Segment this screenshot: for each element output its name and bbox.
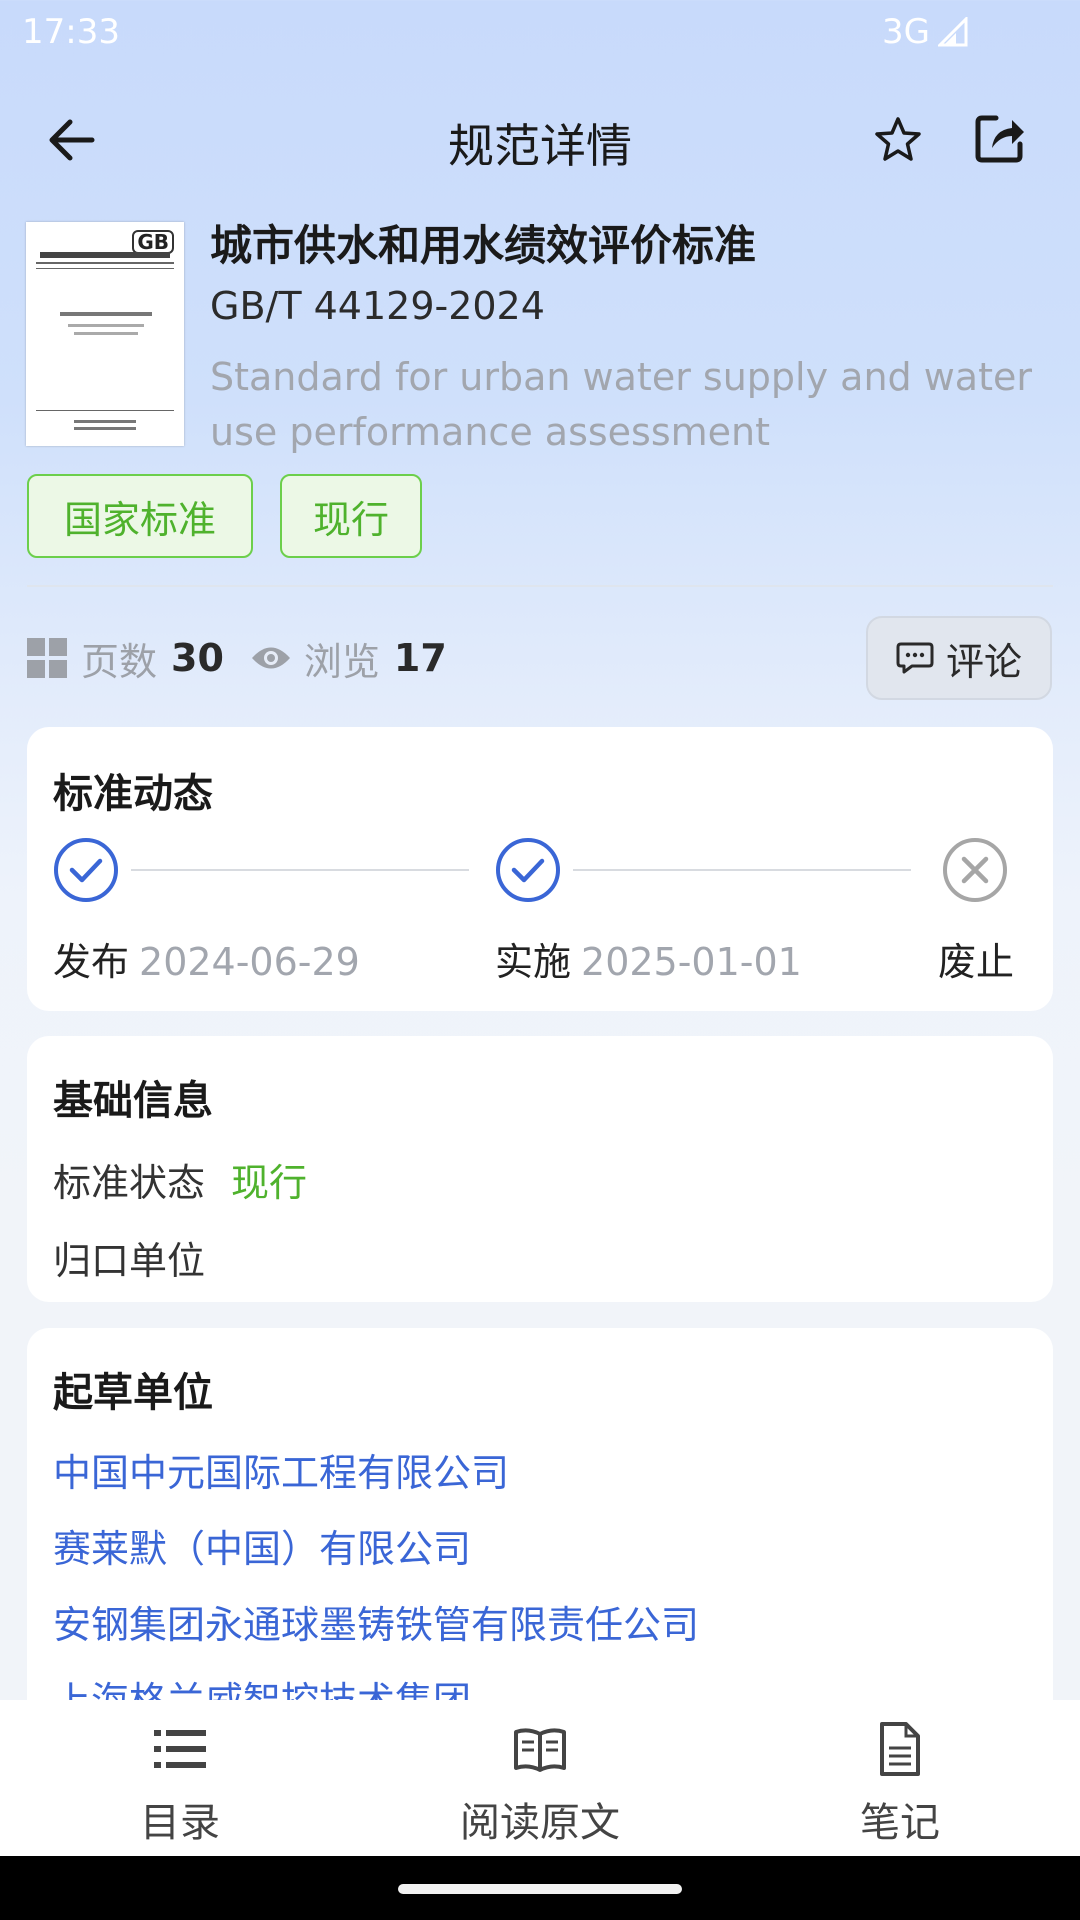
list-icon bbox=[154, 1730, 206, 1768]
comment-label: 评论 bbox=[945, 639, 1022, 684]
eye-icon bbox=[251, 647, 290, 669]
drafter-link[interactable]: 中国中元国际工程有限公司 bbox=[53, 1442, 509, 1497]
standard-english-title: Standard for urban water supply and wate… bbox=[210, 355, 1032, 454]
standard-title: 城市供水和用水绩效评价标准 bbox=[210, 221, 757, 270]
network-type: 3G bbox=[882, 12, 930, 52]
bottom-nav: 目录 阅读原文 笔记 bbox=[0, 1700, 1080, 1856]
cover-heading-icon bbox=[40, 252, 170, 258]
cover-text-icon bbox=[60, 312, 152, 335]
comment-button[interactable]: 评论 bbox=[866, 616, 1052, 700]
drafter-link[interactable]: 赛莱默（中国）有限公司 bbox=[53, 1518, 471, 1573]
basic-info-title: 基础信息 bbox=[53, 1078, 213, 1124]
status-time: 17:33 bbox=[22, 12, 120, 52]
timeline-step-abolish: 废止 bbox=[938, 931, 1014, 986]
nav-label: 目录 bbox=[140, 1800, 220, 1846]
star-icon bbox=[875, 117, 921, 161]
drafter-link[interactable]: 安钢集团永通球墨铸铁管有限责任公司 bbox=[53, 1594, 699, 1649]
system-nav-bar bbox=[0, 1856, 1080, 1920]
share-button[interactable] bbox=[966, 104, 1034, 172]
signal-icon bbox=[938, 17, 968, 47]
pages-label: 页数 bbox=[81, 639, 158, 684]
grid-icon bbox=[27, 638, 67, 678]
comment-icon bbox=[896, 642, 934, 674]
cover-footer-icon bbox=[74, 420, 136, 430]
status-value: 现行 bbox=[231, 1161, 308, 1205]
share-icon bbox=[975, 115, 1024, 163]
step-date: 2024-06-29 bbox=[139, 940, 360, 984]
back-button[interactable] bbox=[36, 108, 106, 172]
note-icon bbox=[880, 1722, 920, 1776]
views-label: 浏览 bbox=[303, 639, 380, 684]
timeline-step-publish: 发布 2024-06-29 bbox=[53, 931, 360, 986]
timeline-title: 标准动态 bbox=[53, 771, 213, 817]
home-gesture-handle[interactable] bbox=[398, 1884, 682, 1894]
book-icon bbox=[514, 1728, 566, 1772]
timeline-card: 标准动态 发布 2024-06-29 实施 2025-01-01 废止 bbox=[27, 727, 1053, 1011]
step-label: 实施 bbox=[495, 940, 572, 984]
status-indicators: 3G bbox=[882, 12, 968, 52]
standard-cover-image[interactable]: GB bbox=[26, 222, 184, 446]
cover-rule bbox=[36, 262, 174, 264]
basic-info-card: 基础信息 标准状态 现行 归口单位 bbox=[27, 1036, 1053, 1302]
status-label: 标准状态 bbox=[53, 1161, 206, 1205]
divider bbox=[27, 585, 1053, 587]
nav-item-read-original[interactable]: 阅读原文 bbox=[360, 1700, 720, 1856]
cross-circle-icon bbox=[943, 838, 1007, 902]
status-bar: 17:33 3G bbox=[0, 0, 1080, 64]
step-label: 发布 bbox=[53, 940, 130, 984]
favorite-button[interactable] bbox=[866, 108, 930, 172]
timeline-connector bbox=[573, 869, 911, 871]
app-bar: 规范详情 bbox=[0, 90, 1080, 186]
timeline-connector bbox=[131, 869, 469, 871]
nav-item-notes[interactable]: 笔记 bbox=[720, 1700, 1080, 1856]
tag-current: 现行 bbox=[280, 474, 422, 558]
info-row-status: 标准状态 现行 bbox=[53, 1152, 307, 1207]
step-date: 2025-01-01 bbox=[581, 940, 802, 984]
cover-rule bbox=[36, 268, 174, 269]
pages-value: 30 bbox=[171, 636, 224, 680]
views-value: 17 bbox=[393, 636, 447, 680]
drafters-title: 起草单位 bbox=[53, 1370, 213, 1416]
check-circle-icon bbox=[496, 838, 560, 902]
timeline-step-implement: 实施 2025-01-01 bbox=[495, 931, 802, 986]
tag-national-standard: 国家标准 bbox=[27, 474, 253, 558]
step-label: 废止 bbox=[938, 940, 1015, 984]
authority-label: 归口单位 bbox=[53, 1239, 206, 1283]
nav-label: 阅读原文 bbox=[460, 1800, 620, 1846]
check-circle-icon bbox=[54, 838, 118, 902]
standard-code: GB/T 44129-2024 bbox=[210, 284, 545, 328]
cover-rule bbox=[36, 410, 174, 411]
info-row-authority: 归口单位 bbox=[53, 1230, 205, 1285]
nav-label: 笔记 bbox=[860, 1800, 940, 1846]
nav-item-toc[interactable]: 目录 bbox=[0, 1700, 360, 1856]
arrow-left-icon bbox=[49, 119, 95, 161]
stats-row: 页数 30 浏览 17 bbox=[27, 628, 447, 688]
